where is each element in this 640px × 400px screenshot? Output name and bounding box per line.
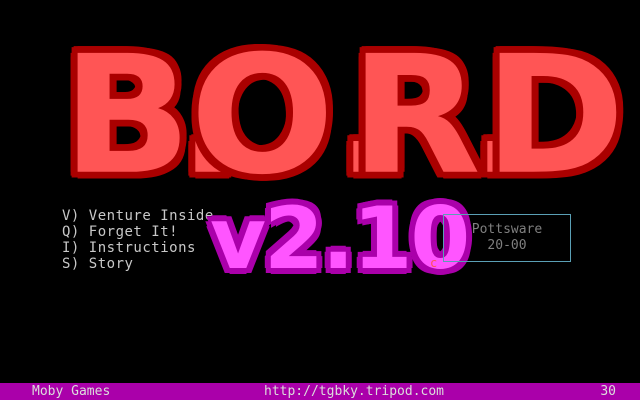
logo-letter-r: R bbox=[350, 21, 481, 212]
footer-source: Moby Games bbox=[32, 384, 111, 399]
menu-item-instructions[interactable]: I) Instructions bbox=[62, 240, 214, 256]
menu-item-story[interactable]: S) Story bbox=[62, 256, 214, 272]
credit-year: 20-00 bbox=[487, 238, 527, 253]
footer-bar: Moby Games http://tgbky.tripod.com 30 bbox=[0, 383, 640, 400]
title-screen: B . O . R . D V) Venture Inside Q) Forge… bbox=[0, 0, 640, 400]
menu-item-venture-inside[interactable]: V) Venture Inside bbox=[62, 208, 214, 224]
main-menu: V) Venture Inside Q) Forget It! I) Instr… bbox=[62, 208, 214, 272]
menu-item-forget-it[interactable]: Q) Forget It! bbox=[62, 224, 214, 240]
footer-number: 30 bbox=[600, 384, 616, 399]
copyright-mark: c bbox=[430, 256, 438, 270]
credit-box: Pottsware 20-00 bbox=[443, 214, 571, 262]
logo-letter-b: B bbox=[62, 21, 192, 212]
logo-letter-d: D bbox=[484, 21, 626, 212]
footer-url: http://tgbky.tripod.com bbox=[264, 384, 445, 399]
credit-company: Pottsware bbox=[471, 222, 543, 237]
logo-letter-o: O bbox=[190, 21, 335, 212]
